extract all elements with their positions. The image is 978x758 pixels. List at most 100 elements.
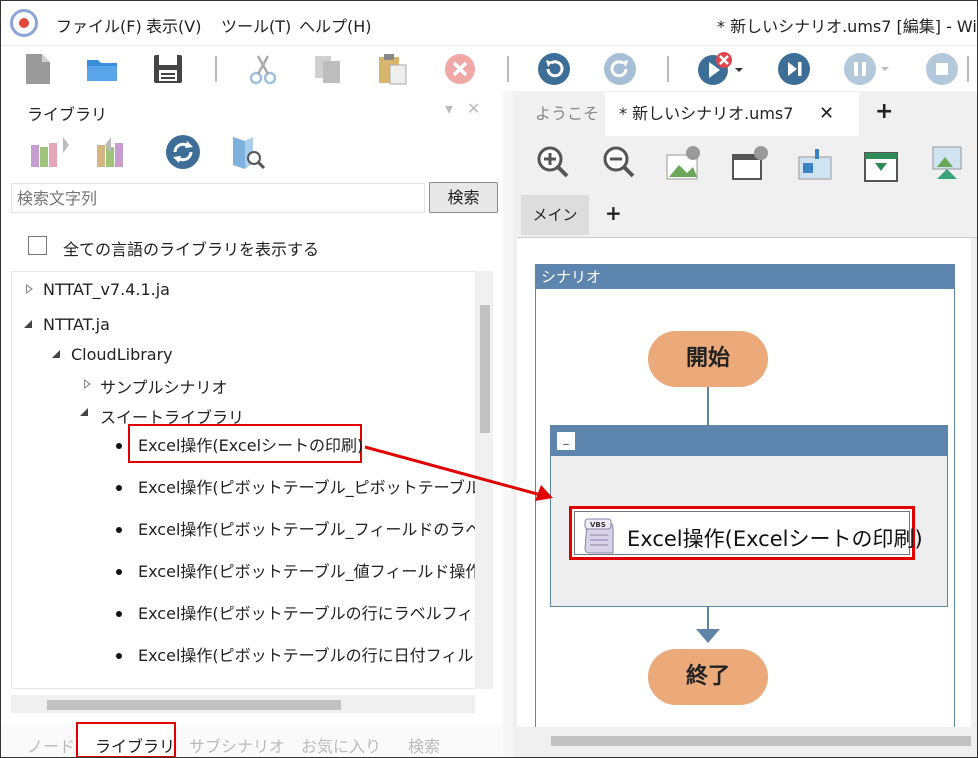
app-logo-icon bbox=[10, 9, 38, 37]
connector-line bbox=[707, 607, 709, 631]
paste-icon[interactable] bbox=[375, 52, 409, 86]
canvas-vertical-scrollbar[interactable] bbox=[971, 238, 977, 727]
import-window-icon[interactable] bbox=[861, 143, 903, 183]
title-bar: ファイル(F) 表示(V) ツール(T) ヘルプ(H) * 新しいシナリオ.um… bbox=[1, 1, 977, 45]
add-subtab-icon[interactable]: + bbox=[605, 201, 622, 225]
tree-item-excel-pivot-style[interactable]: Excel操作(ピボットテーブル_ピボットテーブルのスタ bbox=[138, 474, 475, 498]
export-image-icon[interactable] bbox=[927, 143, 969, 183]
library-tree: NTTAT_v7.4.1.ja NTTAT.ja CloudLibrary サン… bbox=[11, 271, 475, 689]
close-tab-icon[interactable]: ✕ bbox=[819, 92, 834, 136]
scenario-container: シナリオ 開始 _ VBS Excel操作(Excelシートの印刷) 終了 bbox=[535, 264, 955, 727]
window-title: * 新しいシナリオ.ums7 [編集] - Win... bbox=[717, 17, 978, 36]
tab-new-scenario-label: * 新しいシナリオ.ums7 bbox=[619, 104, 794, 123]
tree-item-excel-pivot-value[interactable]: Excel操作(ピボットテーブル_値フィールド操作) bbox=[138, 558, 475, 582]
tree-item-nttat-v741[interactable]: NTTAT_v7.4.1.ja bbox=[43, 280, 170, 299]
tree-item-nttat-ja[interactable]: NTTAT.ja bbox=[43, 315, 110, 334]
delete-icon[interactable] bbox=[443, 52, 477, 86]
tree-item-excel-print[interactable]: Excel操作(Excelシートの印刷) bbox=[138, 432, 363, 456]
vbs-script-icon: VBS bbox=[584, 518, 614, 554]
menu-help[interactable]: ヘルプ(H) bbox=[299, 13, 372, 37]
save-icon[interactable] bbox=[151, 52, 185, 86]
menu-tools[interactable]: ツール(T) bbox=[221, 13, 291, 37]
node-label: Excel操作(Excelシートの印刷) bbox=[627, 527, 923, 551]
pane-splitter[interactable] bbox=[503, 91, 513, 757]
show-all-languages-checkbox[interactable] bbox=[28, 236, 47, 255]
image-settings-icon[interactable] bbox=[663, 143, 705, 183]
refresh-icon[interactable] bbox=[163, 133, 203, 171]
group-collapse-button[interactable]: _ bbox=[557, 432, 575, 450]
zoom-in-icon[interactable] bbox=[533, 143, 575, 183]
excel-print-node[interactable]: VBS Excel操作(Excelシートの印刷) bbox=[569, 506, 923, 560]
collapse-arrow-icon[interactable] bbox=[24, 320, 32, 328]
import-library-icon[interactable] bbox=[29, 133, 69, 171]
tab-subscenario[interactable]: サブシナリオ bbox=[189, 733, 285, 757]
tree-bullet bbox=[116, 485, 122, 491]
step-icon[interactable] bbox=[777, 52, 811, 86]
library-vertical-scrollbar[interactable] bbox=[475, 271, 493, 689]
screen-capture-icon[interactable] bbox=[795, 143, 837, 183]
scroll-thumb[interactable] bbox=[480, 305, 490, 433]
redo-icon[interactable] bbox=[603, 52, 637, 86]
tab-node[interactable]: ノード bbox=[27, 733, 75, 757]
tree-bullet bbox=[116, 443, 122, 449]
tree-bullet bbox=[116, 527, 122, 533]
menu-view[interactable]: 表示(V) bbox=[146, 13, 201, 37]
tree-item-excel-pivot-label[interactable]: Excel操作(ピボットテーブル_フィールドのラベル名変 bbox=[138, 516, 475, 540]
stop-icon[interactable] bbox=[925, 52, 959, 86]
search-library-icon[interactable] bbox=[227, 133, 267, 171]
tree-bullet bbox=[116, 611, 122, 617]
copy-icon[interactable] bbox=[311, 52, 345, 86]
tree-item-excel-pivot-date-filter[interactable]: Excel操作(ピボットテーブルの行に日付フィルター bbox=[138, 642, 475, 666]
end-node[interactable]: 終了 bbox=[648, 649, 768, 705]
expand-arrow-icon[interactable] bbox=[26, 284, 33, 294]
show-all-languages-label: 全ての言語のライブラリを表示する bbox=[63, 240, 320, 259]
add-tab-icon[interactable]: + bbox=[875, 99, 893, 124]
menu-file[interactable]: ファイル(F) bbox=[56, 13, 142, 37]
undo-icon[interactable] bbox=[537, 52, 571, 86]
open-folder-icon[interactable] bbox=[85, 52, 119, 86]
scroll-thumb[interactable] bbox=[47, 700, 341, 710]
library-horizontal-scrollbar[interactable] bbox=[11, 695, 475, 713]
group-block[interactable]: _ VBS Excel操作(Excelシートの印刷) bbox=[550, 425, 948, 607]
expand-arrow-icon[interactable] bbox=[84, 379, 91, 389]
run-icon[interactable] bbox=[697, 52, 745, 86]
connector-arrow-icon bbox=[696, 629, 720, 643]
scenario-header: シナリオ bbox=[536, 265, 954, 289]
tab-new-scenario[interactable]: * 新しいシナリオ.ums7 ✕ bbox=[605, 92, 859, 136]
library-pane: ライブラリ ▾ ✕ 検索 全ての言語のライブラリを表示する NTTAT_v7.4… bbox=[1, 91, 503, 757]
pane-pin-icon[interactable]: ▾ bbox=[445, 99, 453, 118]
tree-item-excel-pivot-label-filter[interactable]: Excel操作(ピボットテーブルの行にラベルフィルター bbox=[138, 600, 475, 624]
canvas-horizontal-scrollbar[interactable] bbox=[517, 731, 977, 749]
tab-welcome[interactable]: ようこそ bbox=[513, 92, 603, 136]
tree-bullet bbox=[116, 569, 122, 575]
window-settings-icon[interactable] bbox=[729, 143, 771, 183]
main-toolbar bbox=[1, 45, 977, 91]
tree-item-cloudlibrary[interactable]: CloudLibrary bbox=[71, 345, 173, 364]
toolbar-separator bbox=[507, 56, 509, 82]
tree-item-sample-scenario[interactable]: サンプルシナリオ bbox=[100, 374, 228, 398]
tab-library[interactable]: ライブラリ bbox=[95, 733, 175, 757]
tab-search[interactable]: 検索 bbox=[408, 733, 440, 757]
toolbar-separator bbox=[667, 56, 669, 82]
library-title: ライブラリ bbox=[27, 105, 108, 124]
library-search-input[interactable] bbox=[12, 184, 424, 212]
zoom-out-icon[interactable] bbox=[599, 143, 641, 183]
new-file-icon[interactable] bbox=[21, 52, 55, 86]
toolbar-separator bbox=[967, 56, 969, 82]
pane-close-icon[interactable]: ✕ bbox=[467, 99, 480, 118]
tab-main[interactable]: メイン bbox=[521, 195, 589, 235]
collapse-arrow-icon[interactable] bbox=[52, 350, 60, 358]
group-header: _ bbox=[551, 426, 947, 456]
vbs-icon-text: VBS bbox=[590, 521, 606, 529]
flow-canvas[interactable]: シナリオ 開始 _ VBS Excel操作(Excelシートの印刷) 終了 bbox=[517, 237, 977, 727]
tree-bullet bbox=[116, 653, 122, 659]
library-search-button[interactable]: 検索 bbox=[429, 182, 498, 213]
start-node[interactable]: 開始 bbox=[648, 331, 768, 387]
tab-favorites[interactable]: お気に入り bbox=[301, 733, 381, 757]
pause-icon[interactable] bbox=[843, 52, 891, 86]
cut-icon[interactable] bbox=[246, 52, 280, 86]
app-window: ファイル(F) 表示(V) ツール(T) ヘルプ(H) * 新しいシナリオ.um… bbox=[0, 0, 978, 758]
export-library-icon[interactable] bbox=[95, 133, 135, 171]
scroll-thumb[interactable] bbox=[551, 736, 971, 746]
collapse-arrow-icon[interactable] bbox=[80, 408, 88, 416]
